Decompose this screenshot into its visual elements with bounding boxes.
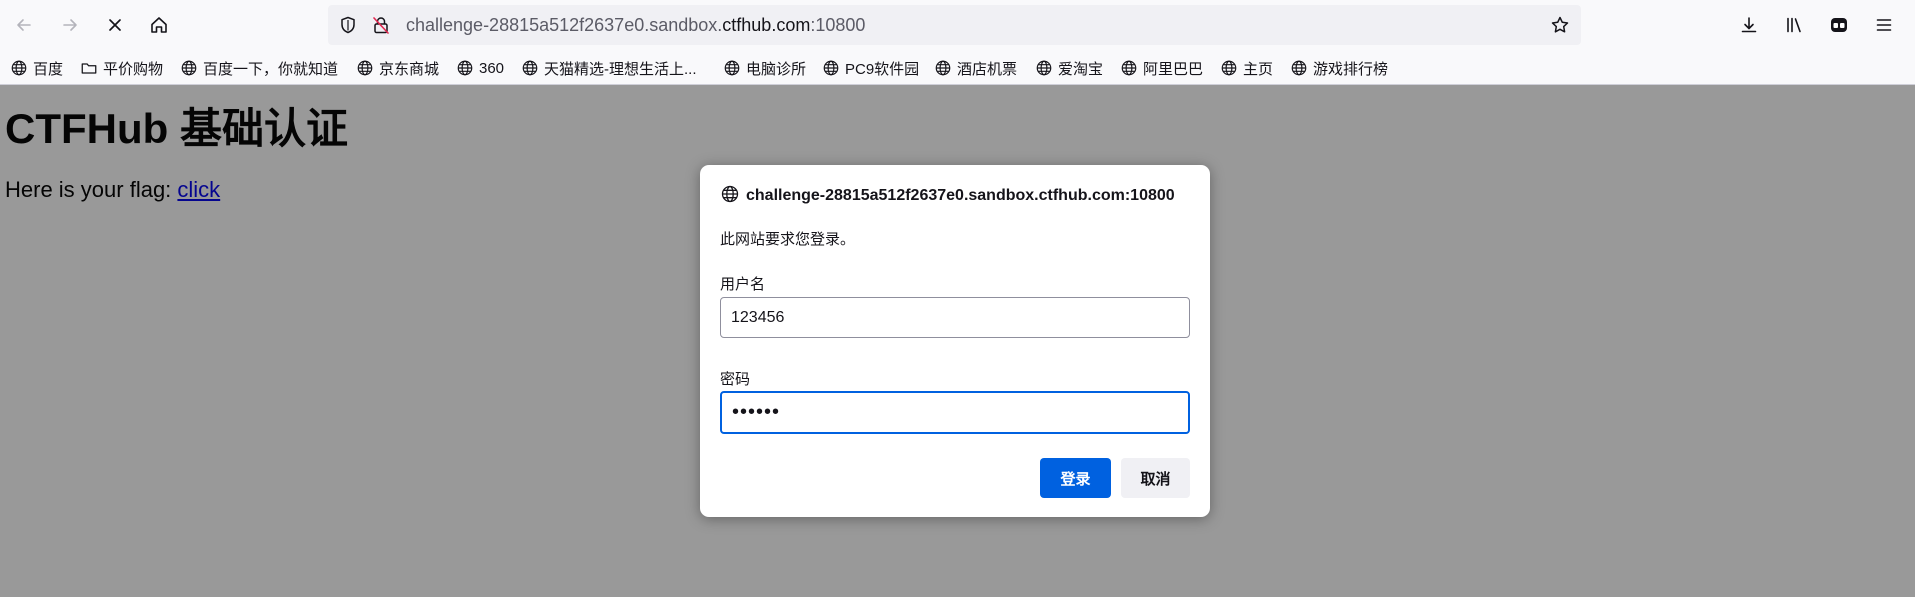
bookmark-label: 京东商城 — [379, 60, 440, 78]
tracking-protection-shield-icon[interactable] — [338, 15, 358, 35]
url-port: :10800 — [810, 15, 866, 35]
folder-icon — [80, 59, 103, 77]
bookmark-label: 百度 — [33, 60, 64, 78]
bookmark-label: 天猫精选-理想生活上... — [544, 60, 697, 78]
bookmarks-toolbar: 百度 平价购物 百度一下，你就知道 京东商城 360 天猫精选-理想生活上... 电脑诊所 P… — [0, 51, 1915, 85]
bookmark-item[interactable]: PC9软件园 — [822, 57, 919, 79]
back-arrow-icon[interactable] — [8, 9, 40, 41]
globe-icon — [1220, 59, 1243, 77]
home-icon[interactable] — [143, 9, 175, 41]
browser-toolbar: challenge-28815a512f2637e0.sandbox.ctfhu… — [0, 0, 1915, 51]
bookmark-label: 百度一下，你就知道 — [203, 60, 339, 78]
bookmark-item[interactable]: 阿里巴巴 — [1120, 57, 1203, 79]
bookmark-item[interactable]: 360 — [456, 57, 504, 79]
bookmark-item[interactable]: 京东商城 — [356, 57, 439, 79]
library-icon[interactable] — [1778, 9, 1810, 41]
insecure-lock-icon[interactable] — [371, 15, 391, 35]
bookmark-item[interactable]: 百度一下，你就知道 — [180, 57, 338, 79]
bookmark-item[interactable]: 酒店机票 — [934, 57, 1017, 79]
bookmark-label: 爱淘宝 — [1058, 60, 1104, 78]
bookmark-label: 电脑诊所 — [746, 60, 807, 78]
cancel-button[interactable]: 取消 — [1121, 458, 1190, 498]
globe-icon — [723, 59, 746, 77]
globe-icon — [1035, 59, 1058, 77]
bookmark-item[interactable]: 百度 — [10, 57, 63, 79]
username-input[interactable] — [720, 297, 1190, 338]
bookmark-item[interactable]: 平价购物 — [80, 57, 163, 79]
auth-dialog: challenge-28815a512f2637e0.sandbox.ctfhu… — [700, 165, 1210, 517]
bookmark-label: 平价购物 — [103, 60, 164, 78]
bookmark-label: PC9软件园 — [845, 60, 920, 78]
login-button[interactable]: 登录 — [1040, 458, 1111, 498]
bookmark-label: 阿里巴巴 — [1143, 60, 1204, 78]
globe-icon — [356, 59, 379, 77]
bookmark-label: 游戏排行榜 — [1313, 60, 1389, 78]
globe-icon — [934, 59, 957, 77]
globe-icon — [521, 59, 544, 77]
dialog-host: challenge-28815a512f2637e0.sandbox.ctfhu… — [746, 187, 1175, 204]
menu-icon[interactable] — [1868, 9, 1900, 41]
bookmark-label: 360 — [479, 59, 505, 77]
globe-icon — [720, 184, 746, 209]
globe-icon — [180, 59, 203, 77]
globe-icon — [10, 59, 33, 77]
bookmark-label: 主页 — [1243, 60, 1274, 78]
bookmark-item[interactable]: 游戏排行榜 — [1290, 57, 1388, 79]
dialog-header: challenge-28815a512f2637e0.sandbox.ctfhu… — [720, 184, 1175, 208]
url-text[interactable]: challenge-28815a512f2637e0.sandbox.ctfhu… — [406, 5, 865, 45]
password-label: 密码 — [720, 371, 751, 388]
url-prefix: challenge-28815a512f2637e0.sandbox. — [406, 15, 723, 35]
modal-overlay: challenge-28815a512f2637e0.sandbox.ctfhu… — [0, 85, 1915, 597]
globe-icon — [1120, 59, 1143, 77]
downloads-icon[interactable] — [1733, 9, 1765, 41]
bookmark-item[interactable]: 电脑诊所 — [723, 57, 806, 79]
bookmark-star-icon[interactable] — [1550, 15, 1570, 35]
bookmark-label: 酒店机票 — [957, 60, 1018, 78]
bookmark-item[interactable]: 主页 — [1220, 57, 1273, 79]
extension-icon[interactable] — [1823, 9, 1855, 41]
forward-arrow-icon[interactable] — [54, 9, 86, 41]
bookmark-item[interactable]: 爱淘宝 — [1035, 57, 1103, 79]
address-bar[interactable]: challenge-28815a512f2637e0.sandbox.ctfhu… — [328, 5, 1581, 45]
bookmark-item[interactable]: 天猫精选-理想生活上... — [521, 57, 697, 79]
globe-icon — [1290, 59, 1313, 77]
globe-icon — [456, 59, 479, 77]
stop-loading-icon[interactable] — [99, 9, 131, 41]
dialog-message: 此网站要求您登录。 — [720, 231, 856, 248]
globe-icon — [822, 59, 845, 77]
password-input[interactable] — [720, 391, 1190, 434]
username-label: 用户名 — [720, 276, 766, 293]
url-domain: ctfhub.com — [722, 15, 811, 35]
